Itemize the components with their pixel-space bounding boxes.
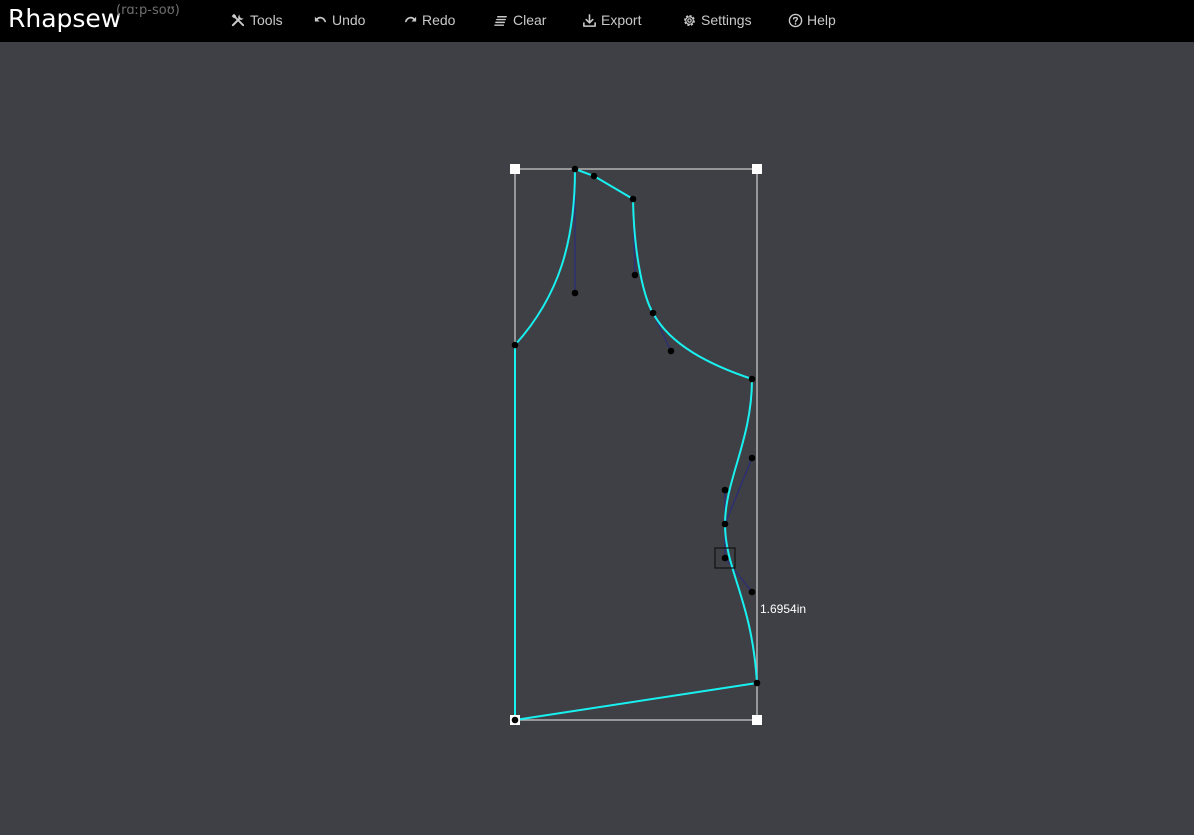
point[interactable] bbox=[721, 486, 729, 494]
top-menu-bar: Rhapsew (rɑːp-soʊ) Tools Undo Redo Clear bbox=[0, 0, 1194, 42]
redo-menu-label: Redo bbox=[422, 12, 456, 28]
clear-icon bbox=[494, 15, 507, 26]
undo-icon bbox=[314, 16, 327, 22]
pattern-canvas[interactable]: 1.6954in bbox=[0, 42, 1194, 835]
point[interactable] bbox=[571, 289, 579, 297]
corner-handle-top-right[interactable] bbox=[752, 164, 762, 174]
point[interactable] bbox=[590, 172, 598, 180]
help-menu-label: Help bbox=[807, 12, 836, 28]
redo-menu-button[interactable]: Redo bbox=[403, 10, 455, 30]
bodice-pattern-outline[interactable] bbox=[514, 168, 758, 721]
neckline-curve[interactable] bbox=[632, 198, 753, 380]
point[interactable] bbox=[748, 454, 756, 462]
point[interactable] bbox=[511, 341, 519, 349]
point[interactable] bbox=[721, 520, 729, 528]
app-phonetic: (rɑːp-soʊ) bbox=[116, 3, 180, 18]
point[interactable] bbox=[748, 588, 756, 596]
clear-menu-label: Clear bbox=[513, 12, 547, 28]
app-brand: Rhapsew bbox=[8, 4, 122, 33]
corner-handle-top-left[interactable] bbox=[510, 164, 520, 174]
tools-icon bbox=[231, 13, 245, 26]
hem-line[interactable] bbox=[514, 682, 758, 721]
side-seam-curve[interactable] bbox=[723, 378, 758, 684]
undo-menu-button[interactable]: Undo bbox=[313, 10, 365, 30]
point[interactable] bbox=[649, 309, 657, 317]
point[interactable] bbox=[748, 375, 756, 383]
download-icon bbox=[583, 13, 596, 27]
settings-menu-button[interactable]: Settings bbox=[682, 10, 752, 30]
shoulder-line[interactable] bbox=[574, 168, 634, 200]
point[interactable] bbox=[511, 716, 519, 724]
undo-menu-label: Undo bbox=[332, 12, 366, 28]
armhole-back-curve[interactable] bbox=[514, 168, 576, 346]
point[interactable] bbox=[629, 195, 637, 203]
redo-icon bbox=[404, 16, 417, 22]
settings-menu-label: Settings bbox=[701, 12, 752, 28]
point[interactable] bbox=[721, 554, 729, 562]
point[interactable] bbox=[631, 271, 639, 279]
point[interactable] bbox=[753, 679, 761, 687]
export-menu-button[interactable]: Export bbox=[582, 10, 641, 30]
clear-menu-button[interactable]: Clear bbox=[494, 10, 546, 30]
export-menu-label: Export bbox=[601, 12, 642, 28]
tools-menu-button[interactable]: Tools bbox=[231, 10, 283, 30]
point[interactable] bbox=[667, 347, 675, 355]
gear-icon bbox=[684, 14, 695, 26]
question-circle-icon bbox=[788, 13, 803, 27]
measurement-label: 1.6954in bbox=[760, 602, 806, 616]
point[interactable] bbox=[571, 165, 579, 173]
help-menu-button[interactable]: Help bbox=[788, 10, 836, 30]
corner-handle-bottom-right[interactable] bbox=[752, 715, 762, 725]
tools-menu-label: Tools bbox=[250, 12, 283, 28]
